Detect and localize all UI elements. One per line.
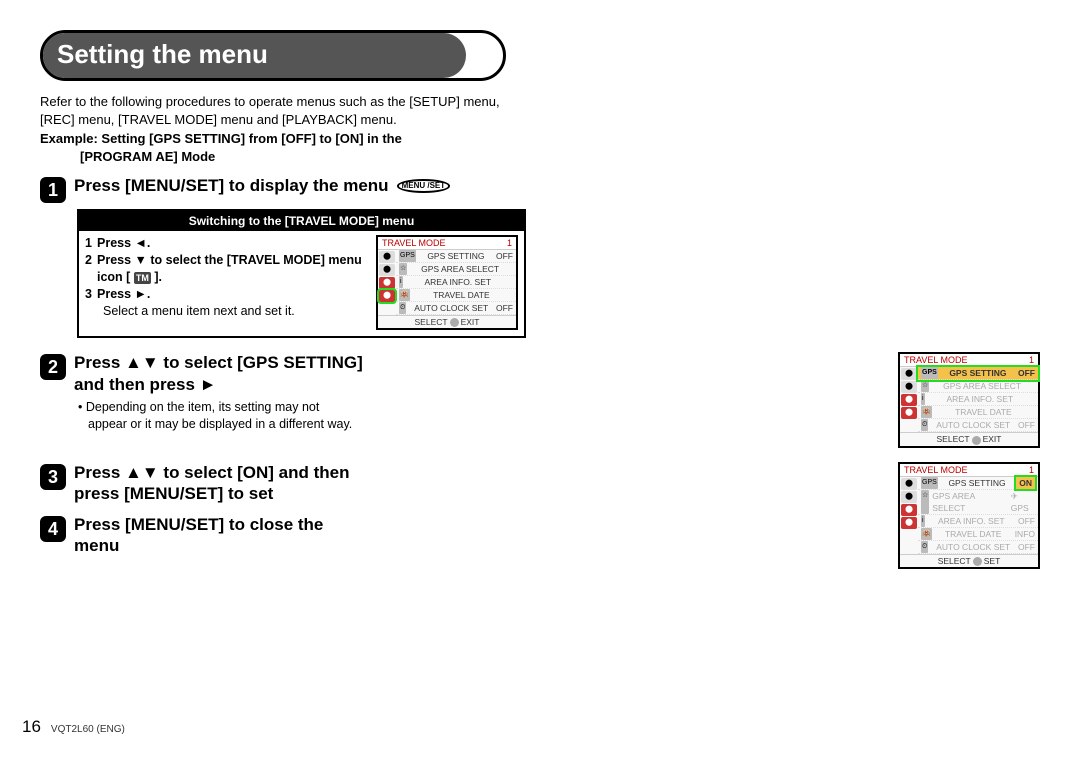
step-2-number: 2 xyxy=(40,354,66,380)
travel-mode-subbox: Switching to the [TRAVEL MODE] menu 1Pre… xyxy=(77,209,526,338)
step-3-number: 3 xyxy=(40,464,66,490)
step-3-text: Press ▲▼ to select [ON] and then press [… xyxy=(74,462,364,505)
sub1-t: Press ◄. xyxy=(97,235,150,252)
shot2-selected-row: GPSGPS SETTINGOFF xyxy=(918,367,1038,380)
travel-mode-chip-icon: TM xyxy=(134,272,151,284)
sidebar-travel-icon: ⬤ xyxy=(379,290,395,302)
section-title-frame: Setting the menu xyxy=(40,30,506,81)
shot1-page: 1 xyxy=(507,238,512,248)
step-4-text: Press [MENU/SET] to close the menu xyxy=(74,514,364,557)
sub3-n: 3 xyxy=(85,286,97,303)
step-1-number: 1 xyxy=(40,177,66,203)
screenshot-1: TRAVEL MODE1 ⬤⬤⬤⬤ GPSGPS SETTINGOFF ☆GPS… xyxy=(376,235,518,330)
step-2-block: 2 Press ▲▼ to select [GPS SETTING] and t… xyxy=(40,352,364,432)
shot1-title: TRAVEL MODE xyxy=(382,238,446,248)
step-4-number: 4 xyxy=(40,516,66,542)
doc-code: VQT2L60 (ENG) xyxy=(51,724,125,735)
shot1-sidebar: ⬤⬤⬤⬤ xyxy=(378,250,396,315)
subbox-header: Switching to the [TRAVEL MODE] menu xyxy=(79,211,524,231)
manual-page: Setting the menu Refer to the following … xyxy=(0,0,1080,761)
example-line-2: [PROGRAM AE] Mode xyxy=(40,148,520,166)
joystick-icon xyxy=(450,318,459,327)
sub3-t: Press ►. xyxy=(97,286,150,303)
step-2-text: Press ▲▼ to select [GPS SETTING] and the… xyxy=(74,352,364,395)
joystick-icon xyxy=(973,557,982,566)
page-footer: 16 VQT2L60 (ENG) xyxy=(22,717,125,737)
step-1: 1 Press [MENU/SET] to display the menu M… xyxy=(40,175,1040,203)
subbox-bullet: Select a menu item next and set it. xyxy=(85,303,370,320)
sub2-n: 2 xyxy=(85,252,97,286)
sub2-t-b: ]. xyxy=(154,270,162,284)
example-line: Example: Setting [GPS SETTING] from [OFF… xyxy=(40,130,520,165)
section-title: Setting the menu xyxy=(43,33,466,78)
page-number: 16 xyxy=(22,717,41,737)
screenshot-3: TRAVEL MODE1 ⬤⬤⬤⬤ GPSGPS SETTINGON ☆GPS … xyxy=(898,462,1040,569)
sub2-t: Press ▼ to select the [TRAVEL MODE] menu… xyxy=(97,252,370,286)
step-1-text-row: Press [MENU/SET] to display the menu MEN… xyxy=(74,175,450,196)
menu-set-icon: MENU /SET xyxy=(397,179,451,193)
example-line-1: Example: Setting [GPS SETTING] from [OFF… xyxy=(40,131,402,146)
joystick-icon xyxy=(972,436,981,445)
step-1-text: Press [MENU/SET] to display the menu xyxy=(74,175,389,196)
shot3-on-highlight: ON xyxy=(1016,477,1035,489)
step-2-note: Depending on the item, its setting may n… xyxy=(88,399,358,433)
intro-paragraph: Refer to the following procedures to ope… xyxy=(40,93,520,128)
screenshot-2: TRAVEL MODE1 ⬤⬤⬤⬤ GPSGPS SETTINGOFF ☆GPS… xyxy=(898,352,1040,447)
sub1-n: 1 xyxy=(85,235,97,252)
subbox-steps: 1Press ◄. 2 Press ▼ to select the [TRAVE… xyxy=(85,235,370,330)
steps-3-4: 3 Press ▲▼ to select [ON] and then press… xyxy=(40,462,364,557)
